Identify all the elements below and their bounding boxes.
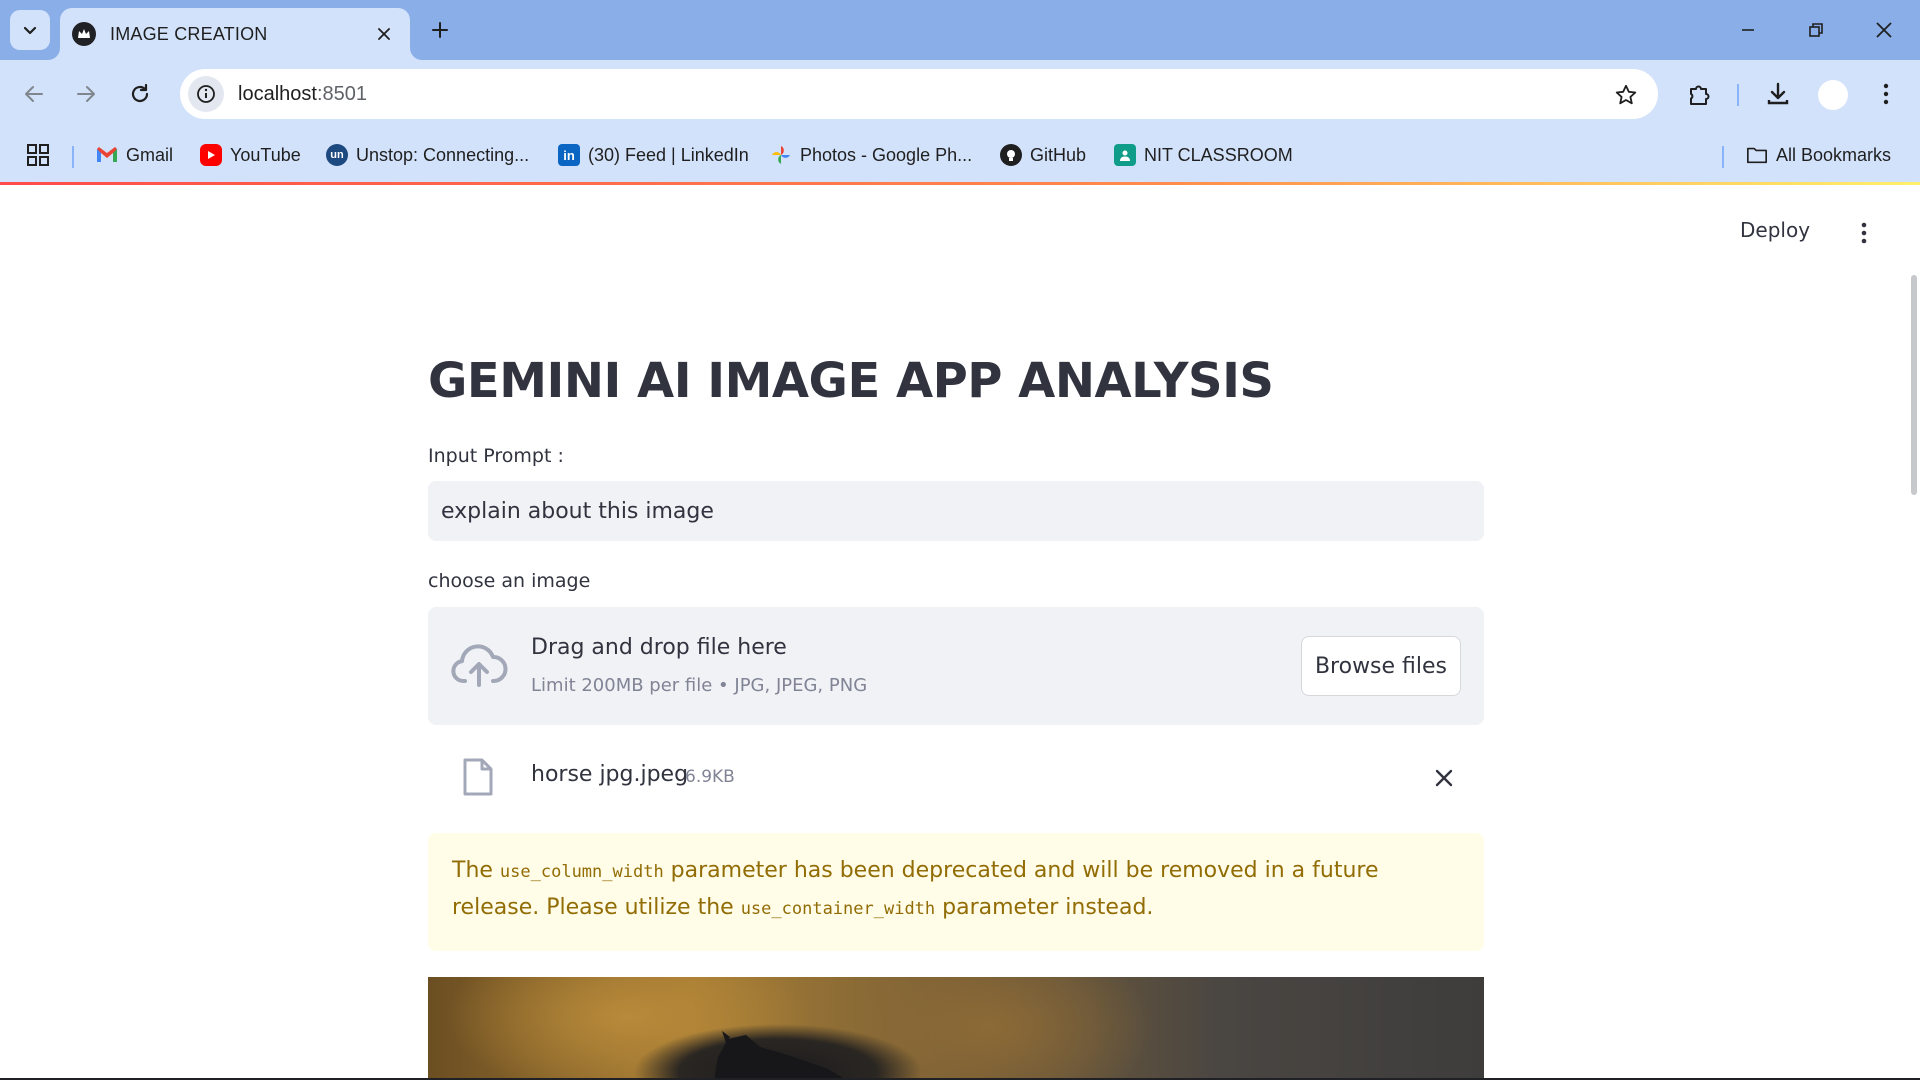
- youtube-icon: [200, 144, 222, 166]
- apps-button[interactable]: [26, 138, 50, 172]
- file-dropzone[interactable]: Drag and drop file here Limit 200MB per …: [428, 607, 1484, 725]
- reload-icon: [131, 83, 149, 103]
- remove-file-button[interactable]: [1430, 764, 1458, 792]
- bookmark-nit-classroom[interactable]: NIT CLASSROOM: [1114, 138, 1293, 172]
- restore-button[interactable]: [1794, 8, 1838, 52]
- forward-button[interactable]: [66, 74, 106, 114]
- cloud-upload-icon: [451, 644, 508, 687]
- url-host: localhost: [238, 82, 317, 105]
- tab-close-icon[interactable]: [372, 22, 396, 46]
- bookmark-star-icon[interactable]: [1612, 81, 1640, 109]
- bookmark-label: Gmail: [126, 144, 174, 165]
- bookmark-linkedin[interactable]: in (30) Feed | LinkedIn: [558, 138, 749, 172]
- uploaded-file-size: 6.9KB: [685, 767, 735, 787]
- bookmark-label: (30) Feed | LinkedIn: [588, 144, 749, 165]
- url-text: localhost:8501: [238, 83, 367, 106]
- all-bookmarks-button[interactable]: All Bookmarks: [1746, 138, 1891, 172]
- dropzone-title: Drag and drop file here: [531, 635, 787, 660]
- downloads-button[interactable]: [1758, 74, 1798, 114]
- kebab-menu-icon: [1883, 83, 1889, 105]
- toolbar-separator: [1737, 84, 1739, 106]
- unstop-icon: un: [326, 144, 348, 166]
- reload-button[interactable]: [120, 74, 160, 114]
- download-icon: [1767, 82, 1789, 105]
- profile-avatar[interactable]: [1818, 80, 1848, 110]
- page-title: GEMINI AI IMAGE APP ANALYSIS: [428, 353, 1274, 409]
- github-icon: [1000, 144, 1022, 166]
- apps-grid-icon: [27, 144, 49, 166]
- kebab-menu-icon: [1861, 222, 1867, 244]
- app-menu-button[interactable]: [1852, 221, 1876, 245]
- bookmark-label: NIT CLASSROOM: [1144, 144, 1293, 165]
- bookmark-google-photos[interactable]: Photos - Google Ph...: [770, 138, 972, 172]
- minimize-button[interactable]: [1726, 8, 1770, 52]
- bookmark-label: Unstop: Connecting...: [356, 144, 530, 165]
- close-icon: [1876, 22, 1892, 38]
- warning-text: parameter instead.: [935, 895, 1154, 920]
- plus-icon: [432, 22, 448, 38]
- bookmark-gmail[interactable]: Gmail: [96, 138, 173, 172]
- classroom-icon: [1114, 144, 1136, 166]
- puzzle-icon: [1690, 85, 1710, 105]
- bookmark-label: YouTube: [230, 144, 301, 165]
- bookmark-youtube[interactable]: YouTube: [200, 138, 301, 172]
- streamlit-page: Deploy GEMINI AI IMAGE APP ANALYSIS Inpu…: [0, 185, 1920, 1080]
- browser-tabstrip: IMAGE CREATION: [0, 0, 1920, 60]
- restore-icon: [1809, 23, 1823, 37]
- bookmark-label: Photos - Google Ph...: [800, 144, 973, 165]
- streamlit-crown-icon: [72, 22, 96, 46]
- bookmark-label: GitHub: [1030, 144, 1087, 165]
- close-icon: [1435, 769, 1453, 787]
- all-bookmarks-label: All Bookmarks: [1776, 144, 1892, 165]
- tab-title: IMAGE CREATION: [110, 23, 268, 44]
- bookmarks-bar: Gmail YouTube un Unstop: Connecting... i…: [0, 130, 1920, 182]
- arrow-right-icon: [77, 86, 95, 102]
- dropzone-limit: Limit 200MB per file • JPG, JPEG, PNG: [531, 675, 868, 696]
- tab-image-creation[interactable]: IMAGE CREATION: [60, 8, 410, 60]
- gmail-icon: [96, 144, 118, 166]
- back-button[interactable]: [14, 74, 54, 114]
- url-port: :8501: [316, 82, 367, 105]
- bookmark-separator: [72, 146, 74, 168]
- browse-files-button[interactable]: Browse files: [1301, 636, 1461, 696]
- site-info-icon[interactable]: [188, 76, 224, 112]
- input-prompt-label: Input Prompt :: [428, 445, 564, 467]
- close-window-button[interactable]: [1862, 8, 1906, 52]
- warning-text: The: [452, 858, 500, 883]
- uploaded-file-row: horse jpg.jpeg 6.9KB: [428, 740, 1484, 820]
- google-photos-icon: [770, 144, 792, 166]
- minimize-icon: [1742, 29, 1754, 31]
- uploaded-horse-image: [428, 977, 1484, 1080]
- warning-code-old: use_column_width: [499, 862, 664, 882]
- address-bar[interactable]: localhost:8501: [180, 69, 1658, 119]
- uploader-label: choose an image: [428, 570, 591, 592]
- bookmark-separator: [1722, 146, 1724, 168]
- new-tab-button[interactable]: [424, 14, 456, 46]
- horse-silhouette: [714, 1031, 847, 1080]
- prompt-input[interactable]: explain about this image: [428, 481, 1484, 541]
- chrome-menu-button[interactable]: [1866, 74, 1906, 114]
- chevron-down-icon: [23, 26, 37, 35]
- bookmark-unstop[interactable]: un Unstop: Connecting...: [326, 138, 529, 172]
- browser-toolbar: localhost:8501: [0, 60, 1920, 130]
- tab-search-button[interactable]: [10, 10, 50, 50]
- linkedin-icon: in: [558, 144, 580, 166]
- arrow-left-icon: [25, 86, 43, 102]
- uploaded-file-name: horse jpg.jpeg: [531, 762, 689, 787]
- extensions-button[interactable]: [1680, 74, 1720, 114]
- deploy-button[interactable]: Deploy: [1740, 218, 1810, 242]
- folder-icon: [1746, 144, 1768, 166]
- warning-code-new: use_container_width: [740, 899, 936, 919]
- page-scrollbar[interactable]: [1911, 275, 1917, 495]
- file-icon: [463, 758, 493, 796]
- deprecation-warning: The use_column_width parameter has been …: [428, 833, 1484, 951]
- bookmark-github[interactable]: GitHub: [1000, 138, 1086, 172]
